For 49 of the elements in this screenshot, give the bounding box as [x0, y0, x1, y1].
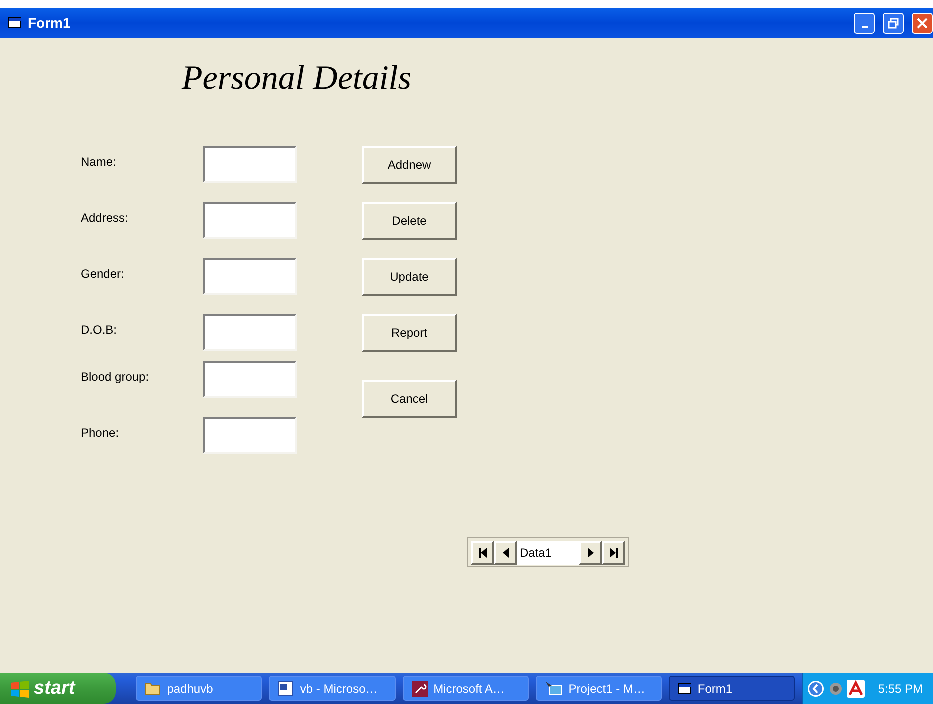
close-button[interactable] — [912, 12, 933, 34]
last-record-button[interactable] — [602, 541, 625, 565]
form-icon — [8, 17, 22, 29]
clock: 5:55 PM — [878, 682, 923, 696]
previous-record-button[interactable] — [494, 541, 517, 565]
chevron-left-icon[interactable] — [807, 680, 826, 698]
windows-logo-icon — [10, 680, 30, 698]
document-icon — [278, 680, 294, 696]
field-label: Name: — [81, 155, 118, 169]
minimize-button[interactable] — [854, 12, 875, 34]
form-button[interactable]: Cancel — [362, 380, 457, 418]
project-icon — [544, 680, 563, 696]
text-field[interactable] — [203, 258, 297, 295]
close-icon — [917, 18, 928, 28]
text-field[interactable] — [203, 202, 297, 239]
window-title: Form1 — [28, 15, 72, 31]
restore-button[interactable] — [883, 12, 904, 34]
form-button[interactable]: Addnew — [362, 146, 457, 184]
taskbar-item[interactable]: Microsoft A… — [402, 676, 529, 701]
form-button[interactable]: Delete — [362, 202, 457, 240]
field-label: D.O.B: — [81, 323, 118, 337]
skip-forward-icon — [608, 547, 618, 559]
triangle-right-icon — [586, 547, 594, 559]
next-record-button[interactable] — [579, 541, 602, 565]
form-icon — [678, 682, 692, 694]
text-field[interactable] — [203, 417, 297, 454]
triangle-left-icon — [502, 547, 510, 559]
skip-back-icon — [478, 547, 488, 559]
restore-icon — [888, 18, 899, 28]
form-button[interactable]: Report — [362, 314, 457, 352]
speaker-icon[interactable] — [828, 680, 844, 696]
form-button[interactable]: Update — [362, 258, 457, 296]
start-button[interactable]: start — [0, 673, 116, 704]
field-label: Address: — [81, 211, 130, 225]
field-label: Phone: — [81, 426, 120, 440]
first-record-button[interactable] — [471, 541, 494, 565]
text-field[interactable] — [203, 361, 297, 398]
text-field[interactable] — [203, 314, 297, 351]
minimize-icon — [862, 26, 868, 28]
taskbar-item[interactable]: Form1 — [668, 676, 796, 701]
data-caption: Data1 — [517, 541, 579, 565]
taskbar-item[interactable]: vb - Microso… — [269, 676, 396, 701]
taskbar-item[interactable]: padhuvb — [136, 676, 262, 701]
field-label: Blood group: — [81, 370, 150, 384]
field-label: Gender: — [81, 267, 126, 281]
form-heading: Personal Details — [182, 60, 412, 98]
folder-icon — [145, 682, 162, 696]
text-field[interactable] — [203, 146, 297, 183]
taskbar-item[interactable]: Project1 - M… — [536, 676, 662, 701]
